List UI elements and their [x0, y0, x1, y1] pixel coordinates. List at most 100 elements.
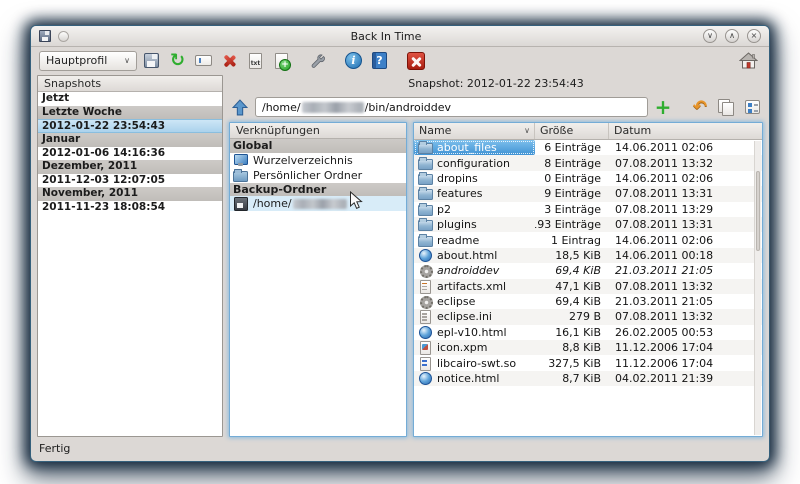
places-item-root[interactable]: Wurzelverzeichnis — [230, 153, 406, 168]
file-date: 21.03.2011 21:05 — [609, 294, 762, 309]
file-date: 07.08.2011 13:31 — [609, 217, 762, 232]
home-icon — [739, 52, 758, 69]
file-name: configuration — [437, 157, 510, 170]
path-input[interactable]: /home/ /bin/androiddev — [255, 97, 648, 117]
snapshot-group: Januar — [38, 133, 222, 147]
table-row[interactable]: configuration 8 Einträge 07.08.2011 13:3… — [414, 155, 762, 170]
snapshots-list: Jetzt Letzte Woche 2012-01-22 23:54:43 J… — [38, 92, 222, 436]
snapshot-name-button[interactable] — [192, 49, 215, 72]
snapshot-item[interactable]: 2011-11-23 18:08:54 — [38, 201, 222, 215]
snapshot-item-selected[interactable]: 2012-01-22 23:54:43 — [38, 119, 222, 133]
snapshot-log-button[interactable]: txt — [244, 49, 267, 72]
profile-select[interactable]: Hauptprofil ∨ — [39, 51, 137, 71]
about-button[interactable]: i — [342, 49, 365, 72]
details-list-icon — [745, 100, 760, 114]
backup-disk-icon — [233, 197, 248, 210]
snapshot-item[interactable]: 2012-01-06 14:16:36 — [38, 147, 222, 161]
files-home-button[interactable] — [735, 49, 761, 73]
column-header-name[interactable]: Name ∨ — [414, 123, 535, 139]
redacted-username — [302, 102, 364, 113]
snapshot-item[interactable]: Jetzt — [38, 92, 222, 106]
html-file-icon — [418, 372, 433, 385]
titlebar-extra-button[interactable] — [58, 31, 69, 42]
file-size: 8,7 KiB — [535, 371, 609, 386]
snapshot-group: Letzte Woche — [38, 106, 222, 120]
table-row[interactable]: notice.html 8,7 KiB 04.02.2011 21:39 — [414, 371, 762, 386]
table-row[interactable]: plugins 193 Einträge 07.08.2011 13:31 — [414, 217, 762, 232]
content-panels: Verknüpfungen Global Wurzelverzeichnis P… — [229, 122, 763, 437]
table-row[interactable]: androiddev 69,4 KiB 21.03.2011 21:05 — [414, 263, 762, 278]
main-toolbar: Hauptprofil ∨ ↻ txt — [31, 47, 769, 74]
snapshot-item[interactable]: 2011-12-03 12:07:05 — [38, 174, 222, 188]
table-row[interactable]: icon.xpm 8,8 KiB 11.12.2006 17:04 — [414, 340, 762, 355]
scrollbar-thumb[interactable] — [756, 171, 760, 251]
table-row[interactable]: features 9 Einträge 07.08.2011 13:31 — [414, 186, 762, 201]
titlebar[interactable]: Back In Time ∨ ∧ × — [31, 26, 769, 47]
restore-button[interactable]: ↶ — [689, 96, 711, 118]
table-row[interactable]: libcairo-swt.so 327,5 KiB 11.12.2006 17:… — [414, 355, 762, 370]
table-row[interactable]: readme 1 Eintrag 14.06.2011 02:06 — [414, 232, 762, 247]
table-row[interactable]: epl-v10.html 16,1 KiB 26.02.2005 00:53 — [414, 325, 762, 340]
add-favorite-button[interactable]: + — [652, 96, 674, 118]
file-date: 21.03.2011 21:05 — [609, 263, 762, 278]
refresh-snapshots-button[interactable]: ↻ — [166, 49, 189, 72]
file-name: features — [437, 187, 482, 200]
copy-icon — [718, 99, 734, 115]
file-date: 07.08.2011 13:29 — [609, 202, 762, 217]
log-file-icon: txt — [249, 53, 262, 69]
status-text: Fertig — [39, 442, 70, 455]
file-date: 07.08.2011 13:31 — [609, 186, 762, 201]
help-button[interactable]: ? — [368, 49, 391, 72]
html-file-icon — [418, 249, 433, 262]
folder-icon — [418, 234, 433, 247]
snapshots-header: Snapshots — [38, 76, 222, 92]
main-area: Snapshots Jetzt Letzte Woche 2012-01-22 … — [31, 74, 769, 439]
places-item-backup[interactable]: /home/ — [230, 196, 406, 211]
help-book-icon: ? — [372, 52, 387, 69]
table-row[interactable]: eclipse 69,4 KiB 21.03.2011 21:05 — [414, 294, 762, 309]
new-snapshot-button[interactable] — [270, 49, 293, 72]
table-row[interactable]: about_files 6 Einträge 14.06.2011 02:06 — [414, 140, 762, 155]
snapshot-group: Dezember, 2011 — [38, 160, 222, 174]
path-prefix: /home/ — [262, 101, 301, 114]
app-window: Back In Time ∨ ∧ × Hauptprofil ∨ ↻ — [30, 25, 770, 462]
folder-icon — [418, 203, 433, 216]
table-row[interactable]: about.html 18,5 KiB 14.06.2011 00:18 — [414, 248, 762, 263]
column-header-date[interactable]: Datum — [609, 123, 762, 139]
snapshot-details-button[interactable] — [741, 96, 763, 118]
file-size: 193 Einträge — [535, 217, 609, 232]
take-snapshot-button[interactable] — [140, 49, 163, 72]
file-name: dropins — [437, 172, 478, 185]
places-item-home[interactable]: Persönlicher Ordner — [230, 168, 406, 183]
table-row[interactable]: dropins 0 Einträge 14.06.2011 02:06 — [414, 171, 762, 186]
file-size: 8,8 KiB — [535, 340, 609, 355]
profile-select-value: Hauptprofil — [46, 54, 107, 67]
remove-snapshot-button[interactable] — [218, 49, 241, 72]
file-date: 14.06.2011 00:18 — [609, 248, 762, 263]
settings-button[interactable] — [306, 49, 329, 72]
minimize-button[interactable]: ∨ — [703, 29, 717, 43]
file-size: 47,1 KiB — [535, 279, 609, 294]
vertical-scrollbar[interactable] — [754, 141, 761, 435]
folder-icon — [418, 218, 433, 231]
xml-file-icon — [418, 280, 433, 293]
desktop-background: Back In Time ∨ ∧ × Hauptprofil ∨ ↻ — [0, 0, 800, 484]
table-row[interactable]: artifacts.xml 47,1 KiB 07.08.2011 13:32 — [414, 279, 762, 294]
maximize-button[interactable]: ∧ — [725, 29, 739, 43]
file-date: 26.02.2005 00:53 — [609, 325, 762, 340]
go-up-button[interactable] — [229, 96, 251, 118]
file-size: 18,5 KiB — [535, 248, 609, 263]
path-suffix: /bin/androiddev — [365, 101, 451, 114]
files-table-header: Name ∨ Größe Datum — [414, 123, 762, 140]
column-header-size[interactable]: Größe — [535, 123, 609, 139]
file-size: 279 B — [535, 309, 609, 324]
refresh-icon: ↻ — [170, 52, 185, 70]
image-file-icon — [418, 341, 433, 354]
places-item-label: Persönlicher Ordner — [253, 169, 362, 182]
copy-button[interactable] — [715, 96, 737, 118]
quit-button[interactable] — [404, 49, 427, 72]
close-button[interactable]: × — [747, 29, 761, 43]
table-row[interactable]: p2 3 Einträge 07.08.2011 13:29 — [414, 202, 762, 217]
binary-file-icon — [418, 357, 433, 370]
table-row[interactable]: eclipse.ini 279 B 07.08.2011 13:32 — [414, 309, 762, 324]
